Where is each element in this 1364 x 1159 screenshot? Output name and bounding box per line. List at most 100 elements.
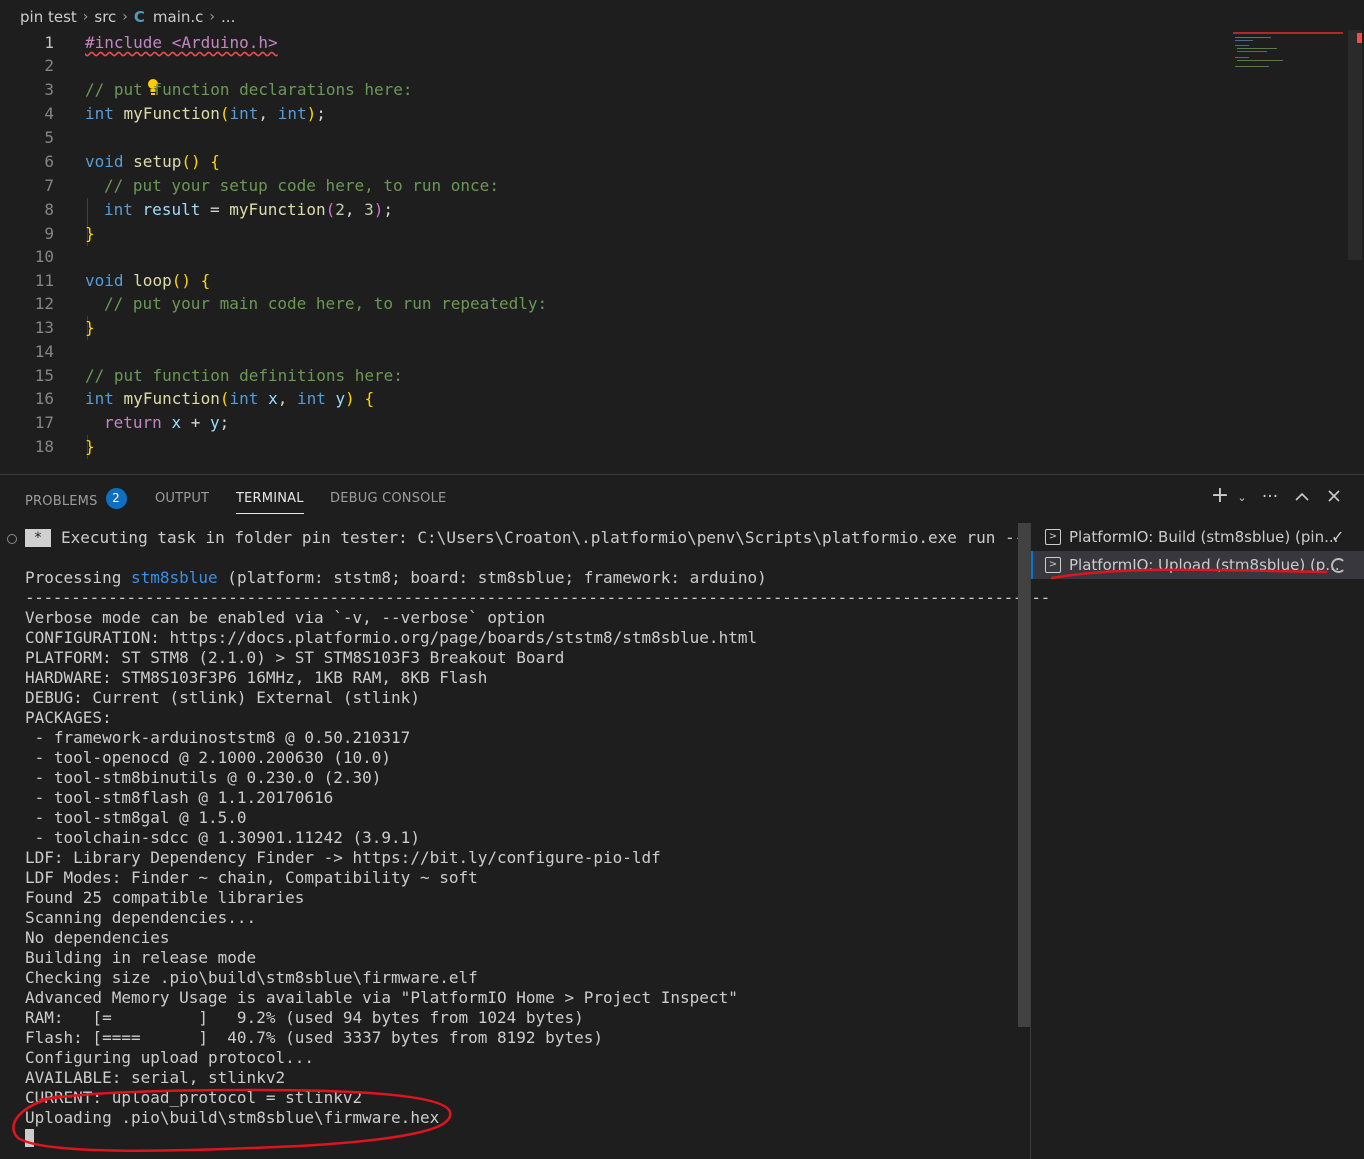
line-number: 18	[34, 437, 54, 456]
code-line[interactable]: 12 // put your main code here, to run re…	[0, 292, 1230, 316]
breadcrumb-folder[interactable]: pin test	[20, 8, 77, 26]
code-line[interactable]: 18 }	[0, 435, 1230, 459]
code-line[interactable]: 1 #include <Arduino.h>	[0, 31, 1230, 55]
task-item-build[interactable]: > PlatformIO: Build (stm8sblue) (pin... …	[1031, 523, 1364, 551]
code-line[interactable]: 16 int myFunction(int x, int y) {	[0, 387, 1230, 411]
terminal-line: - tool-stm8gal @ 1.5.0	[25, 808, 247, 827]
chevron-right-icon: ›	[82, 9, 89, 25]
code-comment: // put your main code here, to run repea…	[104, 294, 548, 313]
chevron-down-icon[interactable]: ⌄	[1230, 491, 1254, 504]
line-number: 6	[44, 152, 54, 171]
terminal-line: No dependencies	[25, 928, 170, 947]
task-label: PlatformIO: Build (stm8sblue) (pin...	[1069, 528, 1339, 546]
code-line[interactable]: 3 // put function declarations here:	[0, 78, 1230, 102]
line-number: 8	[44, 200, 54, 219]
code-comment: // put function definitions here:	[85, 366, 403, 385]
code-line[interactable]: 15 // put function definitions here:	[0, 364, 1230, 388]
panel-tabs: PROBLEMS 2 OUTPUT TERMINAL DEBUG CONSOLE …	[0, 475, 1364, 521]
line-number: 12	[34, 294, 54, 313]
code-line[interactable]: 9 }	[0, 222, 1230, 246]
error-marker	[1357, 33, 1362, 43]
code-line[interactable]: 17 return x + y;	[0, 411, 1230, 435]
terminal-line: Uploading .pio\build\stm8sblue\firmware.…	[25, 1108, 440, 1127]
line-number: 1	[44, 33, 54, 52]
terminal-line: - tool-stm8flash @ 1.1.20170616	[25, 788, 334, 807]
code-line[interactable]: 2	[0, 54, 1230, 95]
code-text: #include <Arduino.h>	[85, 33, 278, 52]
code-text: return x + y;	[104, 413, 230, 432]
code-line[interactable]: 11 void loop() {	[0, 269, 1230, 293]
new-terminal-icon[interactable]: +	[1208, 483, 1232, 508]
maximize-panel-icon[interactable]	[1290, 487, 1314, 507]
breadcrumb-src[interactable]: src	[94, 8, 116, 26]
code-text: int myFunction(int x, int y) {	[85, 389, 375, 408]
code-line[interactable]: 4 int myFunction(int, int);	[0, 102, 1230, 126]
terminal-output[interactable]: * Executing task in folder pin tester: C…	[0, 523, 1050, 1159]
minimap[interactable]	[1233, 30, 1343, 110]
terminal-separator: ----------------------------------------…	[25, 588, 1050, 607]
terminal-line: Configuring upload protocol...	[25, 1048, 314, 1067]
c-file-icon: C	[133, 8, 145, 26]
task-status-circle-icon	[7, 534, 17, 544]
task-item-upload[interactable]: > PlatformIO: Upload (stm8sblue) (p...	[1031, 551, 1364, 579]
terminal-line: - tool-stm8binutils @ 0.230.0 (2.30)	[25, 768, 382, 787]
chevron-right-icon: ›	[122, 9, 128, 25]
terminal-line: RAM: [= ] 9.2% (used 94 bytes from 1024 …	[25, 1008, 584, 1027]
tab-output[interactable]: OUTPUT	[155, 491, 209, 506]
code-line[interactable]: 10	[0, 245, 1230, 269]
code-comment: // put your setup code here, to run once…	[104, 176, 499, 195]
check-icon: ✓	[1331, 527, 1345, 546]
terminal-line: LDF Modes: Finder ~ chain, Compatibility…	[25, 868, 478, 887]
breadcrumb-more[interactable]: ...	[221, 8, 235, 26]
tab-terminal[interactable]: TERMINAL	[236, 491, 304, 514]
terminal-line: Processing stm8sblue (platform: ststm8; …	[25, 568, 767, 587]
loading-spinner-icon	[1331, 551, 1346, 582]
terminal-icon: >	[1045, 557, 1061, 573]
terminal-line[interactable]: CONFIGURATION: https://docs.platformio.o…	[25, 628, 757, 648]
terminal-line: Advanced Memory Usage is available via "…	[25, 988, 738, 1007]
terminal-line: Found 25 compatible libraries	[25, 888, 305, 907]
terminal-line: - toolchain-sdcc @ 1.30901.11242 (3.9.1)	[25, 828, 420, 847]
line-number: 7	[44, 176, 54, 195]
terminal-line: Checking size .pio\build\stm8sblue\firmw…	[25, 968, 478, 987]
terminal-line: PLATFORM: ST STM8 (2.1.0) > ST STM8S103F…	[25, 648, 565, 667]
line-number: 10	[34, 247, 54, 266]
terminal-line: Building in release mode	[25, 948, 257, 967]
tab-problems[interactable]: PROBLEMS 2	[25, 488, 127, 512]
editor-scrollbar[interactable]	[1348, 30, 1362, 260]
terminal-scrollbar[interactable]	[1018, 523, 1030, 1027]
terminal-cursor	[25, 1129, 34, 1147]
code-line[interactable]: 6 void setup() {	[0, 150, 1230, 174]
close-panel-icon[interactable]	[1322, 487, 1346, 507]
line-number: 9	[44, 224, 54, 243]
code-line[interactable]: 14	[0, 340, 1230, 364]
line-number: 16	[34, 389, 54, 408]
line-number: 17	[34, 413, 54, 432]
terminal-task-list: > PlatformIO: Build (stm8sblue) (pin... …	[1030, 523, 1364, 1159]
code-line[interactable]: 8 int result = myFunction(2, 3);	[0, 198, 1230, 222]
terminal-line: CURRENT: upload_protocol = stlinkv2	[25, 1088, 363, 1107]
code-text: }	[85, 224, 95, 243]
terminal-line: Executing task in folder pin tester: C:\…	[61, 528, 1025, 547]
more-actions-icon[interactable]: ···	[1258, 487, 1282, 507]
terminal-icon: >	[1045, 529, 1061, 545]
terminal-line: Verbose mode can be enabled via `-v, --v…	[25, 608, 546, 627]
code-line[interactable]: 5	[0, 126, 1230, 150]
terminal-line: Flash: [==== ] 40.7% (used 3337 bytes fr…	[25, 1028, 603, 1047]
code-text: void setup() {	[85, 152, 220, 171]
tab-debug-console[interactable]: DEBUG CONSOLE	[330, 491, 446, 506]
code-comment: // put function declarations here:	[85, 80, 413, 99]
terminal-line[interactable]: LDF: Library Dependency Finder -> https:…	[25, 848, 661, 868]
code-editor[interactable]: 1 #include <Arduino.h> 2 3 // put functi…	[0, 30, 1364, 474]
breadcrumb-file[interactable]: main.c	[153, 8, 204, 26]
task-label: PlatformIO: Upload (stm8sblue) (p...	[1069, 556, 1340, 574]
line-number: 2	[44, 56, 54, 75]
terminal-line: AVAILABLE: serial, stlinkv2	[25, 1068, 286, 1087]
code-line[interactable]: 13 }	[0, 316, 1230, 340]
breadcrumb: pin test › src › C main.c › ...	[0, 0, 1364, 34]
code-text: }	[85, 437, 95, 456]
task-marker: *	[25, 529, 51, 547]
line-number: 5	[44, 128, 54, 147]
code-line[interactable]: 7 // put your setup code here, to run on…	[0, 174, 1230, 198]
line-number: 4	[44, 104, 54, 123]
